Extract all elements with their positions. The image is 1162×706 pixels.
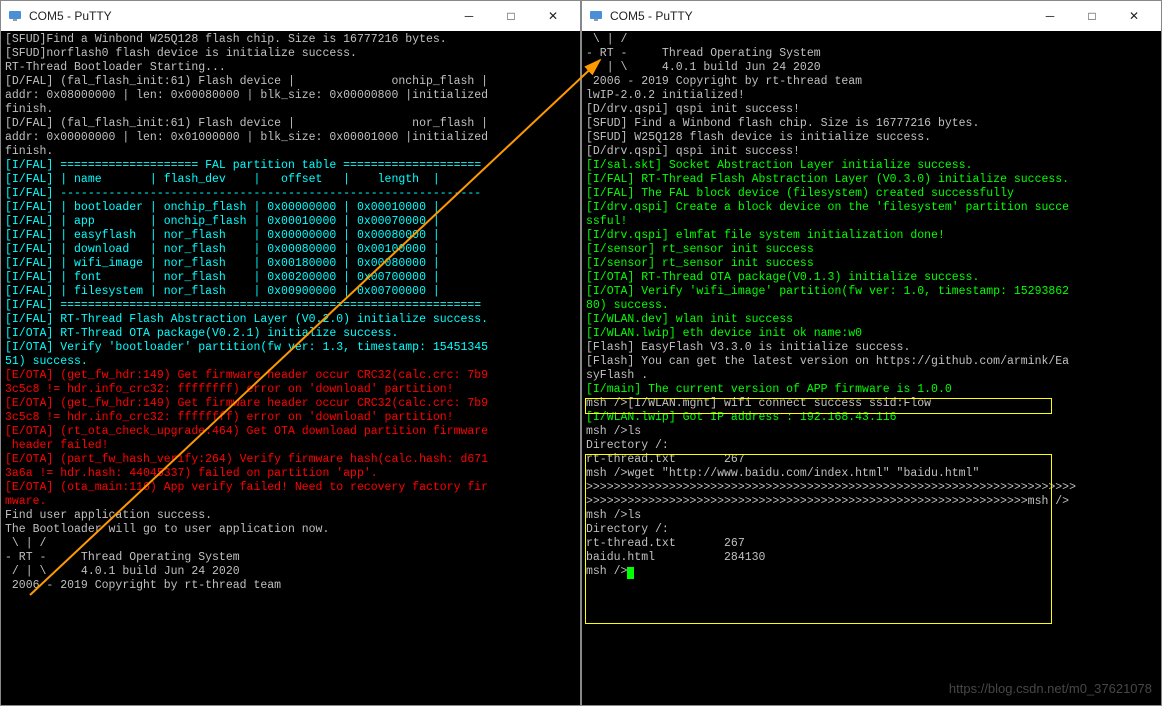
close-button[interactable]: ✕ — [1113, 2, 1155, 30]
terminal-line: [E/OTA] (rt_ota_check_upgrade:464) Get O… — [5, 425, 576, 439]
terminal-line: [Flash] EasyFlash V3.3.0 is initialize s… — [586, 341, 1157, 355]
terminal-line: 3a6a != hdr.hash: 44045337) failed on pa… — [5, 467, 576, 481]
terminal-line: [SFUD] Find a Winbond flash chip. Size i… — [586, 117, 1157, 131]
terminal-line: [D/FAL] (fal_flash_init:61) Flash device… — [5, 75, 576, 89]
terminal-line: [I/WLAN.lwip] eth device init ok name:w0 — [586, 327, 1157, 341]
terminal-line: Directory /: — [586, 439, 1157, 453]
terminal-line: [I/main] The current version of APP firm… — [586, 383, 1157, 397]
putty-icon — [588, 8, 604, 24]
terminal-line: msh />[I/WLAN.mgnt] wifi connect success… — [586, 397, 1157, 411]
terminal-line: [I/FAL] --------------------------------… — [5, 187, 576, 201]
terminal-line: >>>>>>>>>>>>>>>>>>>>>>>>>>>>>>>>>>>>>>>>… — [586, 495, 1157, 509]
terminal-line: [Flash] You can get the latest version o… — [586, 355, 1157, 369]
right-title-text: COM5 - PuTTY — [610, 9, 693, 23]
terminal-line: [I/FAL] | download | nor_flash | 0x00080… — [5, 243, 576, 257]
terminal-line: [I/sal.skt] Socket Abstraction Layer ini… — [586, 159, 1157, 173]
minimize-button[interactable]: ─ — [448, 2, 490, 30]
terminal-line: [I/FAL] | font | nor_flash | 0x00200000 … — [5, 271, 576, 285]
terminal-line: lwIP-2.0.2 initialized! — [586, 89, 1157, 103]
terminal-line: [I/FAL] | name | flash_dev | offset | le… — [5, 173, 576, 187]
terminal-line: [I/OTA] Verify 'bootloader' partition(fw… — [5, 341, 576, 355]
terminal-line: [I/FAL] RT-Thread Flash Abstraction Laye… — [5, 313, 576, 327]
terminal-line: msh />ls — [586, 509, 1157, 523]
terminal-line: finish. — [5, 103, 576, 117]
terminal-line: msh /> — [586, 565, 1157, 579]
terminal-line: 51) success. — [5, 355, 576, 369]
terminal-line: msh />ls — [586, 425, 1157, 439]
terminal-line: rt-thread.txt 267 — [586, 453, 1157, 467]
putty-icon — [7, 8, 23, 24]
left-terminal[interactable]: [SFUD]Find a Winbond W25Q128 flash chip.… — [1, 31, 580, 705]
terminal-line: - RT - Thread Operating System — [586, 47, 1157, 61]
terminal-line: mware. — [5, 495, 576, 509]
terminal-line: [I/FAL] | bootloader | onchip_flash | 0x… — [5, 201, 576, 215]
terminal-line: [E/OTA] (get_fw_hdr:149) Get firmware he… — [5, 397, 576, 411]
terminal-line: [SFUD]Find a Winbond W25Q128 flash chip.… — [5, 33, 576, 47]
terminal-line: [I/FAL] | easyflash | nor_flash | 0x0000… — [5, 229, 576, 243]
terminal-line: 3c5c8 != hdr.info_crc32: ffffffff) error… — [5, 383, 576, 397]
left-titlebar[interactable]: COM5 - PuTTY ─ □ ✕ — [1, 1, 580, 31]
terminal-line: baidu.html 284130 — [586, 551, 1157, 565]
right-titlebar[interactable]: COM5 - PuTTY ─ □ ✕ — [582, 1, 1161, 31]
terminal-line: [D/FAL] (fal_flash_init:61) Flash device… — [5, 117, 576, 131]
terminal-line: [E/OTA] (get_fw_hdr:149) Get firmware he… — [5, 369, 576, 383]
terminal-line: / | \ 4.0.1 build Jun 24 2020 — [5, 565, 576, 579]
terminal-line: [I/drv.qspi] elmfat file system initiali… — [586, 229, 1157, 243]
terminal-line: rt-thread.txt 267 — [586, 537, 1157, 551]
terminal-line: [I/OTA] Verify 'wifi_image' partition(fw… — [586, 285, 1157, 299]
right-putty-window: COM5 - PuTTY ─ □ ✕ \ | /- RT - Thread Op… — [581, 0, 1162, 706]
maximize-button[interactable]: □ — [490, 2, 532, 30]
terminal-line: [SFUD]norflash0 flash device is initiali… — [5, 47, 576, 61]
maximize-button[interactable]: □ — [1071, 2, 1113, 30]
terminal-line: [I/OTA] RT-Thread OTA package(V0.2.1) in… — [5, 327, 576, 341]
terminal-line: 3c5c8 != hdr.info_crc32: ffffffff) error… — [5, 411, 576, 425]
terminal-line: 80) success. — [586, 299, 1157, 313]
terminal-line: [E/OTA] (ota_main:116) App verify failed… — [5, 481, 576, 495]
terminal-line: addr: 0x00000000 | len: 0x01000000 | blk… — [5, 131, 576, 145]
cursor — [627, 567, 634, 579]
terminal-line: syFlash . — [586, 369, 1157, 383]
terminal-line: [I/FAL] RT-Thread Flash Abstraction Laye… — [586, 173, 1157, 187]
terminal-line: [I/FAL] ================================… — [5, 299, 576, 313]
terminal-line: - RT - Thread Operating System — [5, 551, 576, 565]
terminal-line: \ | / — [5, 537, 576, 551]
terminal-line: [I/FAL] The FAL block device (filesystem… — [586, 187, 1157, 201]
terminal-line: ssful! — [586, 215, 1157, 229]
terminal-line: [I/drv.qspi] Create a block device on th… — [586, 201, 1157, 215]
minimize-button[interactable]: ─ — [1029, 2, 1071, 30]
terminal-line: Directory /: — [586, 523, 1157, 537]
terminal-line: header failed! — [5, 439, 576, 453]
terminal-line: [SFUD] W25Q128 flash device is initializ… — [586, 131, 1157, 145]
terminal-line: \ | / — [586, 33, 1157, 47]
left-putty-window: COM5 - PuTTY ─ □ ✕ [SFUD]Find a Winbond … — [0, 0, 581, 706]
terminal-line: The Bootloader will go to user applicati… — [5, 523, 576, 537]
terminal-line: [I/WLAN.lwip] Got IP address : 192.168.4… — [586, 411, 1157, 425]
terminal-line: >>>>>>>>>>>>>>>>>>>>>>>>>>>>>>>>>>>>>>>>… — [586, 481, 1157, 495]
terminal-line: [I/FAL] | filesystem | nor_flash | 0x009… — [5, 285, 576, 299]
terminal-line: [I/FAL] | wifi_image | nor_flash | 0x001… — [5, 257, 576, 271]
terminal-line: [E/OTA] (part_fw_hash_verify:264) Verify… — [5, 453, 576, 467]
terminal-line: finish. — [5, 145, 576, 159]
close-button[interactable]: ✕ — [532, 2, 574, 30]
terminal-line: [I/FAL] | app | onchip_flash | 0x0001000… — [5, 215, 576, 229]
terminal-line: RT-Thread Bootloader Starting... — [5, 61, 576, 75]
terminal-line: [I/OTA] RT-Thread OTA package(V0.1.3) in… — [586, 271, 1157, 285]
terminal-line: 2006 - 2019 Copyright by rt-thread team — [586, 75, 1157, 89]
left-title-text: COM5 - PuTTY — [29, 9, 112, 23]
terminal-line: Find user application success. — [5, 509, 576, 523]
terminal-line: [I/WLAN.dev] wlan init success — [586, 313, 1157, 327]
right-terminal[interactable]: \ | /- RT - Thread Operating System / | … — [582, 31, 1161, 705]
terminal-line: 2006 - 2019 Copyright by rt-thread team — [5, 579, 576, 593]
terminal-line: [I/sensor] rt_sensor init success — [586, 257, 1157, 271]
terminal-line: msh />wget "http://www.baidu.com/index.h… — [586, 467, 1157, 481]
terminal-line: / | \ 4.0.1 build Jun 24 2020 — [586, 61, 1157, 75]
terminal-line: [D/drv.qspi] qspi init success! — [586, 103, 1157, 117]
terminal-line: addr: 0x08000000 | len: 0x00080000 | blk… — [5, 89, 576, 103]
terminal-line: [D/drv.qspi] qspi init success! — [586, 145, 1157, 159]
terminal-line: [I/FAL] ==================== FAL partiti… — [5, 159, 576, 173]
terminal-line: [I/sensor] rt_sensor init success — [586, 243, 1157, 257]
